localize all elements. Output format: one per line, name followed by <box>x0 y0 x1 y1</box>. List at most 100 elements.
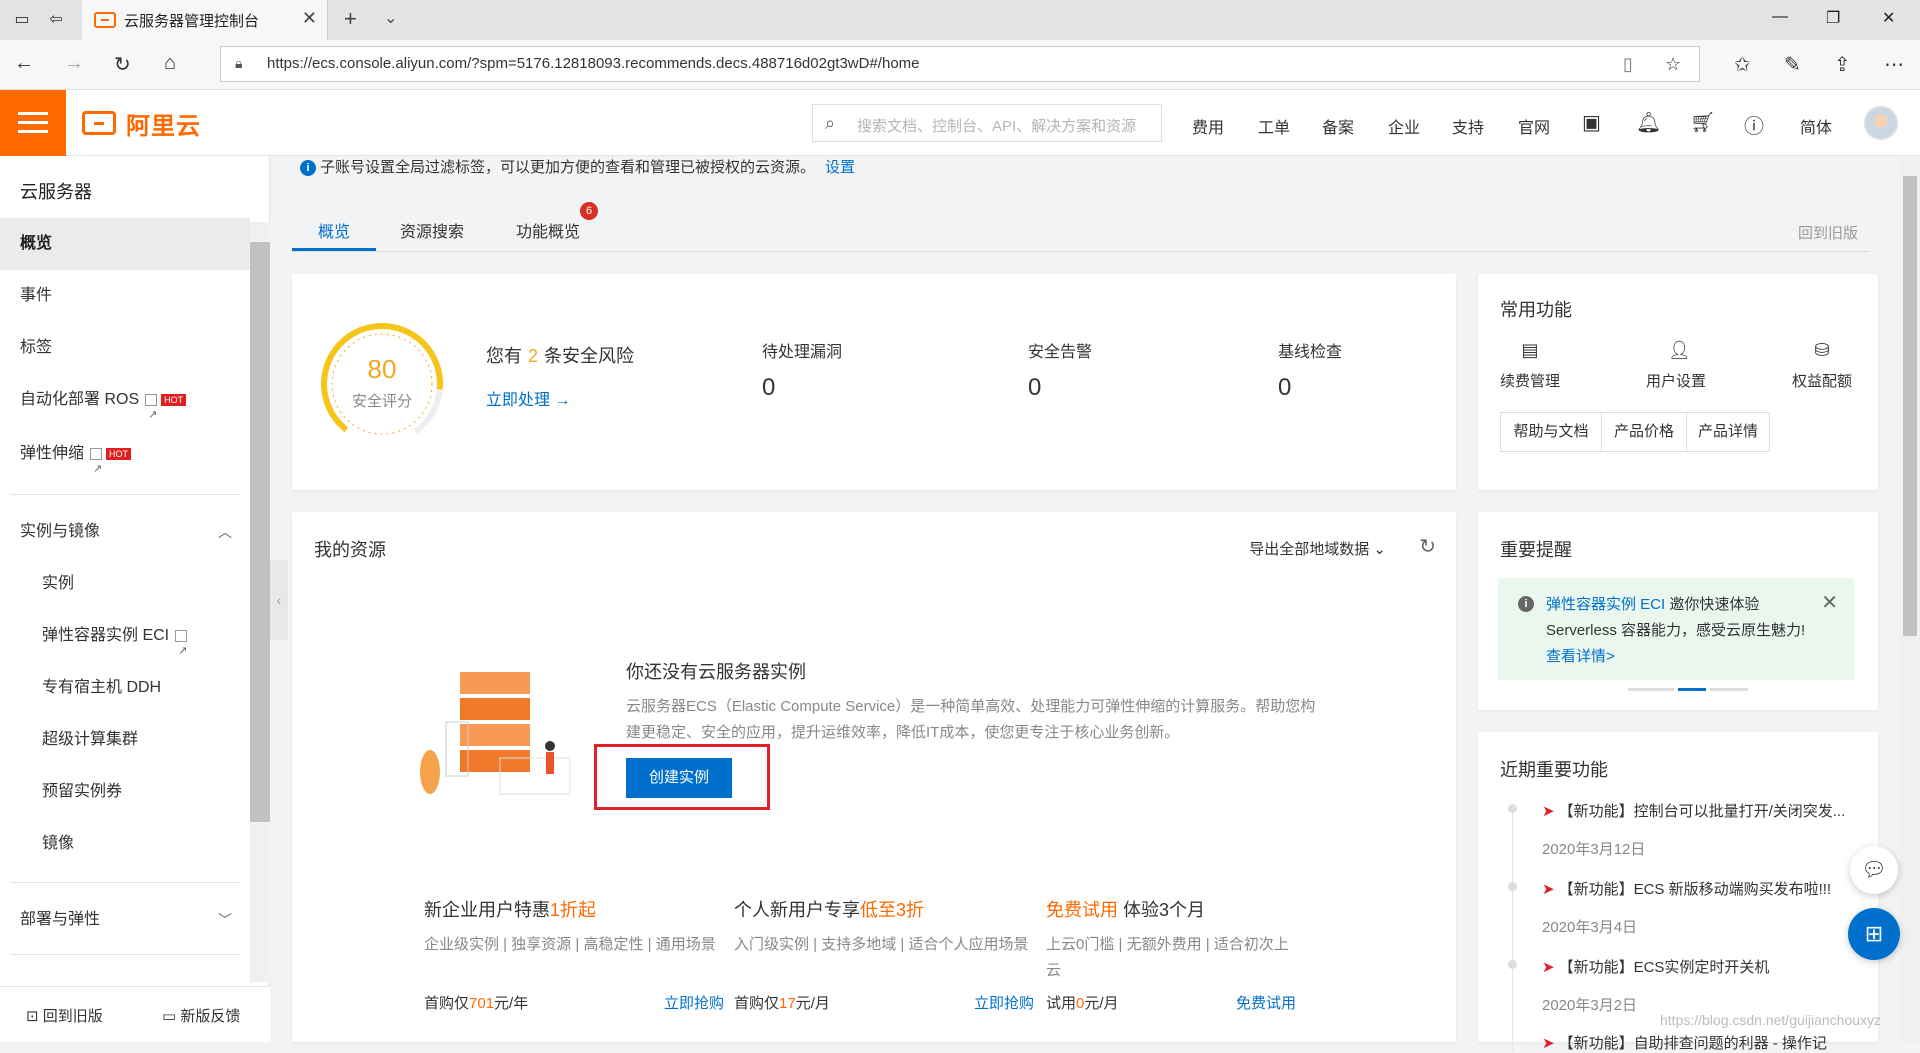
database-icon[interactable]: ⛁ <box>1812 340 1832 360</box>
recent-item[interactable]: ➤ 【新功能】自助排查问题的利器 - 操作记 <box>1542 1032 1862 1053</box>
carousel-dot[interactable] <box>1628 688 1674 691</box>
chat-icon[interactable]: 💬︎ <box>1850 846 1898 894</box>
stat-vulnerabilities-value[interactable]: 0 <box>762 374 775 402</box>
nav-website[interactable]: 官网 <box>1518 114 1550 138</box>
apps-grid-icon[interactable]: ⊞ <box>1848 908 1900 960</box>
feedback-button[interactable]: ▭ 新版反馈 <box>162 1005 240 1026</box>
tab-actions-icon[interactable]: ▭ <box>10 8 34 32</box>
refresh-icon[interactable]: ↻ <box>114 52 131 77</box>
sidebar-item-auto-scaling[interactable]: 弹性伸缩 HOT <box>0 428 250 495</box>
tab-features[interactable]: 功能概览 <box>516 218 580 242</box>
language-switch[interactable]: 简体 <box>1800 114 1832 138</box>
search-input[interactable]: ⌕ 搜索文档、控制台、API、解决方案和资源 <box>812 104 1162 142</box>
eci-link[interactable]: 弹性容器实例 ECI <box>1546 596 1665 613</box>
stat-alerts-value[interactable]: 0 <box>1028 374 1041 402</box>
product-details-button[interactable]: 产品详情 <box>1686 412 1770 452</box>
url-text: https://ecs.console.aliyun.com/?spm=5176… <box>267 55 920 72</box>
recent-item-date: 2020年3月4日 <box>1542 919 1638 936</box>
sidebar-item-instances[interactable]: 实例 <box>0 558 250 610</box>
scrollbar-thumb[interactable] <box>250 242 270 822</box>
forward-icon[interactable]: → <box>64 52 84 75</box>
menu-icon[interactable] <box>0 90 66 156</box>
stat-baseline-value[interactable]: 0 <box>1278 374 1291 402</box>
create-instance-button[interactable]: 创建实例 <box>626 758 732 798</box>
sidebar-item-ddh[interactable]: 专有宿主机 DDH <box>0 662 250 714</box>
new-tab-icon[interactable]: + <box>344 6 357 32</box>
close-window-icon[interactable]: ✕ <box>1882 8 1895 28</box>
recent-item[interactable]: ➤ 【新功能】控制台可以批量打开/关闭突发... <box>1542 800 1862 821</box>
tab-list-chevron-icon[interactable]: ⌄ <box>384 8 397 28</box>
carousel-dot[interactable] <box>1710 688 1748 691</box>
sidebar-item-ros[interactable]: 自动化部署 ROS HOT <box>0 374 250 441</box>
sidebar-scrollbar[interactable] <box>250 222 270 982</box>
url-field[interactable]: 🔒︎ https://ecs.console.aliyun.com/?spm=5… <box>220 46 1700 82</box>
restore-icon[interactable]: ❐ <box>1826 8 1840 28</box>
minimize-icon[interactable]: — <box>1772 8 1788 26</box>
tab-resource-search[interactable]: 资源搜索 <box>400 218 464 242</box>
close-tab-icon[interactable]: ✕ <box>302 8 317 29</box>
bill-icon[interactable]: ▤ <box>1520 340 1540 360</box>
back-old-label: 回到旧版 <box>42 1008 103 1025</box>
home-icon[interactable]: ⌂ <box>164 52 176 75</box>
quota-link[interactable]: 权益配额 <box>1792 370 1852 391</box>
close-icon[interactable]: ✕ <box>1821 590 1838 615</box>
sidebar-item-label: 弹性容器实例 ECI <box>42 627 170 644</box>
favorite-star-icon[interactable]: ☆ <box>1665 54 1681 75</box>
sidebar-item-tags[interactable]: 标签 <box>0 322 250 374</box>
pen-icon[interactable]: ✎ <box>1784 52 1801 77</box>
recent-item[interactable]: ➤ 【新功能】ECS 新版移动端购买发布啦!!! <box>1542 878 1862 899</box>
carousel-dot-active[interactable] <box>1678 688 1706 691</box>
back-icon[interactable]: ← <box>14 52 34 75</box>
more-icon[interactable]: ⋯ <box>1884 52 1904 77</box>
offer-price: 试用0元/月 <box>1046 992 1119 1013</box>
back-old-version-button[interactable]: ⊡ 回到旧版 <box>26 1005 103 1026</box>
free-trial-link[interactable]: 免费试用 <box>1236 992 1296 1013</box>
buy-now-link[interactable]: 立即抢购 <box>664 992 724 1013</box>
browser-tab[interactable]: 云服务器管理控制台 ✕ <box>82 0 328 40</box>
sidebar-item-reserved[interactable]: 预留实例券 <box>0 766 250 818</box>
nav-icp[interactable]: 备案 <box>1322 114 1354 138</box>
nav-enterprise[interactable]: 企业 <box>1388 114 1420 138</box>
avatar[interactable] <box>1864 106 1898 140</box>
reading-view-icon[interactable]: ▯ <box>1623 54 1633 75</box>
sidebar-group-deploy-scaling[interactable]: 部署与弹性 ﹀ <box>0 894 250 946</box>
sidebar-collapse-handle[interactable]: ‹ <box>270 560 288 640</box>
favorites-icon[interactable]: ✩ <box>1734 52 1751 77</box>
buy-now-link[interactable]: 立即抢购 <box>974 992 1034 1013</box>
aliyun-logo[interactable]: 阿里云 <box>82 110 201 140</box>
sidebar-group-instances-images[interactable]: 实例与镜像 ︿ <box>0 506 250 558</box>
pricing-button[interactable]: 产品价格 <box>1601 412 1687 452</box>
user-icon[interactable]: 👤︎ <box>1668 340 1691 360</box>
renewal-management-link[interactable]: 续费管理 <box>1500 370 1560 391</box>
recent-item[interactable]: ➤ 【新功能】ECS实例定时开关机 <box>1542 956 1862 977</box>
sidebar-item-images[interactable]: 镜像 <box>0 818 250 870</box>
user-settings-link[interactable]: 用户设置 <box>1646 370 1706 391</box>
help-docs-button[interactable]: 帮助与文档 <box>1500 412 1602 452</box>
sidebar-item-eci[interactable]: 弹性容器实例 ECI <box>0 610 250 677</box>
sidebar-item-scc[interactable]: 超级计算集群 <box>0 714 250 766</box>
share-icon[interactable]: ⇪ <box>1834 52 1851 77</box>
nav-support[interactable]: 支持 <box>1452 114 1484 138</box>
sidebar-item-events[interactable]: 事件 <box>0 270 250 322</box>
view-details-link[interactable]: 查看详情> <box>1546 648 1615 665</box>
risk-summary: 您有 2 条安全风险 <box>486 342 634 368</box>
refresh-icon[interactable]: ↻ <box>1419 534 1436 559</box>
sidebar-item-overview[interactable]: 概览 <box>0 218 250 270</box>
cart-icon[interactable]: 🛒︎ <box>1690 110 1715 135</box>
set-aside-tabs-icon[interactable]: ⇦ <box>44 8 68 32</box>
recent-features-card: 近期重要功能 ➤ 【新功能】控制台可以批量打开/关闭突发... 2020年3月12… <box>1478 732 1878 1052</box>
nav-fees[interactable]: 费用 <box>1192 114 1224 138</box>
tab-overview[interactable]: 概览 <box>318 218 350 242</box>
sidebar-item-label: 镜像 <box>42 835 75 852</box>
back-old-version-link[interactable]: 回到旧版 <box>1798 222 1858 243</box>
handle-now-link[interactable]: 立即处理 → <box>486 386 570 410</box>
export-all-regions-dropdown[interactable]: 导出全部地域数据 ⌄ <box>1249 538 1386 559</box>
bell-icon[interactable]: 🔔︎ <box>1636 110 1661 135</box>
help-icon[interactable]: ⓘ <box>1744 110 1764 139</box>
reminder-card: 重要提醒 i 弹性容器实例 ECI 邀你快速体验Serverless 容器能力，… <box>1478 512 1878 710</box>
terminal-icon[interactable]: ▣ <box>1582 110 1601 135</box>
nav-tickets[interactable]: 工单 <box>1258 114 1290 138</box>
scrollbar-thumb[interactable] <box>1903 176 1917 636</box>
page-scrollbar[interactable] <box>1900 156 1920 1042</box>
notice-settings-link[interactable]: 设置 <box>825 159 855 176</box>
